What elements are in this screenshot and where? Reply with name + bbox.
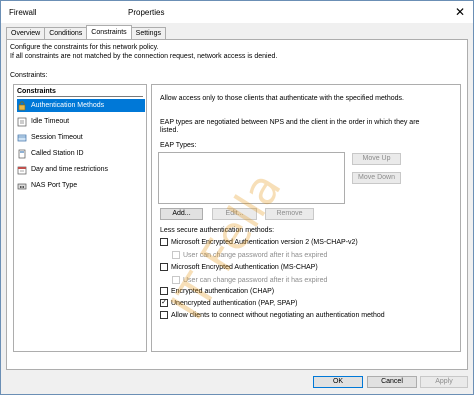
mschap-change-password-checkbox[interactable]: User can change password after it has ex…: [172, 276, 327, 284]
tab-settings[interactable]: Settings: [130, 27, 166, 39]
list-item-called-station-id[interactable]: Called Station ID: [17, 147, 145, 160]
list-item-idle-timeout[interactable]: Idle Timeout: [17, 115, 145, 128]
list-item-authentication-methods[interactable]: Authentication Methods: [17, 99, 145, 112]
session-icon: [17, 133, 27, 143]
cancel-button[interactable]: Cancel: [367, 376, 417, 388]
intro-line-1: Configure the constraints for this netwo…: [10, 44, 159, 51]
mschap-checkbox[interactable]: Microsoft Encrypted Authentication (MS-C…: [160, 263, 318, 271]
eap-types-label: EAP Types:: [160, 142, 197, 149]
allow-access-text: Allow access only to those clients that …: [160, 95, 404, 102]
checkmark-icon: ✓: [160, 299, 168, 307]
list-item-label: Called Station ID: [31, 150, 84, 157]
close-icon[interactable]: ✕: [453, 5, 467, 19]
station-icon: [17, 149, 27, 159]
tab-conditions[interactable]: Conditions: [44, 27, 88, 39]
mschapv2-change-password-checkbox[interactable]: User can change password after it has ex…: [172, 251, 327, 259]
move-up-button[interactable]: Move Up: [352, 153, 401, 165]
checkbox-label: Encrypted authentication (CHAP): [171, 287, 275, 295]
lock-icon: [17, 100, 27, 111]
list-item-session-timeout[interactable]: Session Timeout: [17, 131, 145, 144]
constraints-list: Constraints Authentication Methods Idle …: [13, 84, 147, 352]
list-item-nas-port-type[interactable]: NAS Port Type: [17, 179, 145, 192]
tab-constraints[interactable]: Constraints: [86, 25, 132, 39]
title-policy-name: Firewall: [9, 8, 37, 17]
checkbox-box: [172, 251, 180, 259]
checkbox-label: User can change password after it has ex…: [183, 251, 328, 259]
title-text: Properties: [128, 8, 165, 17]
no-auth-checkbox[interactable]: Allow clients to connect without negotia…: [160, 311, 385, 319]
checkbox-box: [160, 287, 168, 295]
constraints-label: Constraints:: [10, 72, 48, 79]
list-item-day-time-restrictions[interactable]: Day and time restrictions: [17, 163, 145, 176]
list-divider: [17, 96, 143, 97]
tab-overview[interactable]: Overview: [6, 27, 46, 39]
less-secure-label: Less secure authentication methods:: [160, 227, 275, 234]
apply-button[interactable]: Apply: [420, 376, 468, 388]
checkbox-box: [160, 311, 168, 319]
tab-strip: Overview Conditions Constraints Settings: [6, 25, 166, 39]
timer-icon: [17, 117, 27, 127]
checkbox-label: Unencrypted authentication (PAP, SPAP): [171, 299, 298, 307]
mschapv2-checkbox[interactable]: Microsoft Encrypted Authentication versi…: [160, 238, 358, 246]
list-header: Constraints: [17, 88, 56, 95]
ok-button[interactable]: OK: [313, 376, 363, 388]
remove-button[interactable]: Remove: [265, 208, 314, 220]
chap-checkbox[interactable]: Encrypted authentication (CHAP): [160, 287, 274, 295]
add-button[interactable]: Add...: [160, 208, 203, 220]
eap-note-line-1: EAP types are negotiated between NPS and…: [160, 119, 420, 126]
checkbox-box: [160, 263, 168, 271]
move-down-button[interactable]: Move Down: [352, 172, 401, 184]
checkbox-label: Microsoft Encrypted Authentication (MS-C…: [171, 263, 318, 271]
list-item-label: Session Timeout: [31, 134, 83, 141]
list-item-label: Day and time restrictions: [31, 166, 109, 173]
checkbox-box: [172, 276, 180, 284]
list-item-label: NAS Port Type: [31, 182, 78, 189]
list-item-label: Authentication Methods: [31, 102, 105, 109]
intro-line-2: If all constraints are not matched by th…: [10, 53, 278, 60]
port-icon: [17, 181, 27, 191]
checkbox-label: Microsoft Encrypted Authentication versi…: [171, 238, 358, 246]
edit-button[interactable]: Edit...: [212, 208, 257, 220]
calendar-icon: [17, 165, 27, 175]
checkbox-box: [160, 238, 168, 246]
list-item-label: Idle Timeout: [31, 118, 70, 125]
eap-note-line-2: listed.: [160, 127, 179, 134]
checkbox-label: User can change password after it has ex…: [183, 276, 328, 284]
eap-types-listbox[interactable]: [158, 152, 345, 204]
pap-spap-checkbox[interactable]: ✓ Unencrypted authentication (PAP, SPAP): [160, 299, 297, 307]
checkbox-label: Allow clients to connect without negotia…: [171, 311, 385, 319]
title-bar: Firewall Properties ✕: [1, 1, 473, 23]
